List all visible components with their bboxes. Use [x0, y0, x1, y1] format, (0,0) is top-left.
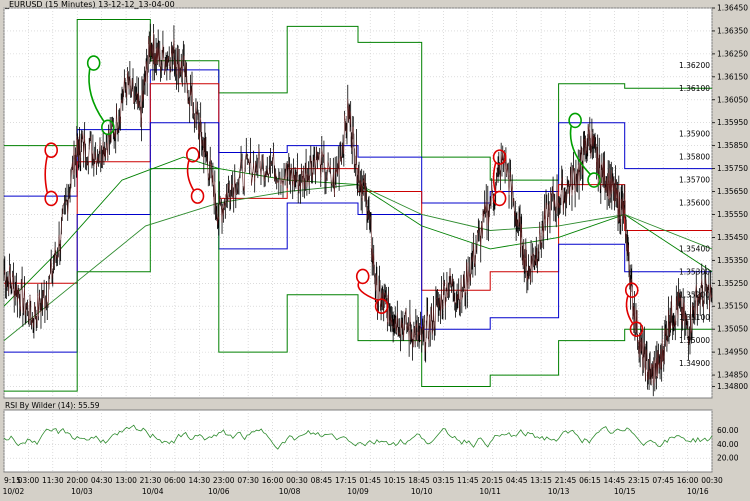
time-tick-label: 17:15	[335, 476, 357, 485]
date-tick-label: 10/06	[208, 487, 230, 496]
time-tick-label: 01:45	[359, 476, 381, 485]
inner-price-label: 1.35400	[679, 244, 710, 253]
price-tick-label: 1.34850	[717, 371, 748, 380]
time-tick-label: 21:30	[140, 476, 162, 485]
rsi-title: RSI By Wilder (14): 55.59	[5, 401, 100, 410]
time-tick-label: 20:15	[481, 476, 503, 485]
inner-price-label: 1.36200	[679, 61, 710, 70]
inner-price-label: 1.36100	[679, 84, 710, 93]
time-tick-label: 00:30	[701, 476, 723, 485]
price-tick-label: 1.36450	[717, 4, 748, 13]
date-tick-label: 10/16	[687, 487, 709, 496]
time-tick-label: 07:30	[237, 476, 259, 485]
price-tick-label: 1.35050	[717, 325, 748, 334]
price-tick-label: 1.35550	[717, 210, 748, 219]
date-tick-label: 10/08	[279, 487, 301, 496]
rsi-tick-label: 20.00	[717, 454, 739, 463]
time-tick-label: 04:30	[91, 476, 113, 485]
price-tick-label: 1.35350	[717, 256, 748, 265]
time-tick-label: 11:45	[457, 476, 479, 485]
time-tick-label: 18:45	[408, 476, 430, 485]
price-tick-label: 1.34800	[717, 382, 748, 391]
time-tick-label: 08:45	[311, 476, 333, 485]
inner-price-label: 1.35600	[679, 199, 710, 208]
rsi-plot-area[interactable]	[3, 409, 713, 473]
time-tick-label: 13:00	[115, 476, 137, 485]
price-tick-label: 1.35850	[717, 141, 748, 150]
price-tick-label: 1.35250	[717, 279, 748, 288]
price-tick-label: 1.35450	[717, 233, 748, 242]
time-tick-label: 23:00	[213, 476, 235, 485]
time-tick-label: 07:45	[652, 476, 674, 485]
inner-price-label: 1.35700	[679, 176, 710, 185]
time-tick-label: 06:00	[164, 476, 186, 485]
date-tick-label: 10/09	[347, 487, 369, 496]
date-tick-label: 10/11	[479, 487, 501, 496]
time-tick-label: 23:15	[628, 476, 650, 485]
date-tick-label: 10/13	[548, 487, 570, 496]
time-tick-label: 04:45	[506, 476, 528, 485]
chart-window: 1.36200 1.36100 1.35900 1.35800 1.35700 1.356…	[0, 0, 750, 501]
inner-price-label: 1.35300	[679, 267, 710, 276]
price-tick-label: 1.35650	[717, 187, 748, 196]
time-tick-label: 14:45	[604, 476, 626, 485]
price-tick-label: 1.35750	[717, 164, 748, 173]
inner-price-label: 1.34900	[679, 359, 710, 368]
time-tick-label: 03:00	[18, 476, 40, 485]
time-tick-label: 16:00	[262, 476, 284, 485]
time-tick-label: 06:15	[579, 476, 601, 485]
time-tick-label: 14:30	[188, 476, 210, 485]
time-tick-label: 20:00	[66, 476, 88, 485]
time-tick-label: 16:00	[677, 476, 699, 485]
date-tick-label: 10/02	[3, 487, 25, 496]
rsi-axis: 60.00 40.00 20.00	[717, 426, 739, 463]
date-tick-label: 10/15	[614, 487, 636, 496]
inner-price-label: 1.35900	[679, 130, 710, 139]
price-tick-label: 1.36350	[717, 26, 748, 35]
date-tick-label: 10/10	[411, 487, 433, 496]
date-tick-label: 10/03	[71, 487, 93, 496]
price-tick-label: 1.36050	[717, 95, 748, 104]
time-tick-label: 11:30	[42, 476, 64, 485]
time-tick-label: 10:15	[384, 476, 406, 485]
time-tick-label: 13:15	[530, 476, 552, 485]
date-tick-label: 10/04	[142, 487, 164, 496]
price-tick-label: 1.35150	[717, 302, 748, 311]
chart-title: _EURUSD (15 Minutes) 13-12-12_13-04-00	[4, 0, 175, 9]
time-tick-label: 21:45	[555, 476, 577, 485]
rsi-tick-label: 40.00	[717, 440, 739, 449]
price-tick-label: 1.36150	[717, 72, 748, 81]
inner-price-label: 1.35200	[679, 290, 710, 299]
rsi-tick-label: 60.00	[717, 426, 739, 435]
price-tick-label: 1.36250	[717, 49, 748, 58]
inner-price-label: 1.35800	[679, 153, 710, 162]
price-tick-label: 1.34950	[717, 348, 748, 357]
inner-price-label: 1.35000	[679, 336, 710, 345]
time-tick-label: 03:15	[433, 476, 455, 485]
inner-price-label: 1.35100	[679, 313, 710, 322]
time-axis: 9:1503:00 11:30 20:00 04:30 13:00 21:30 06:00 1…	[4, 476, 723, 485]
time-tick-label: 00:30	[286, 476, 308, 485]
price-tick-label: 1.35950	[717, 118, 748, 127]
